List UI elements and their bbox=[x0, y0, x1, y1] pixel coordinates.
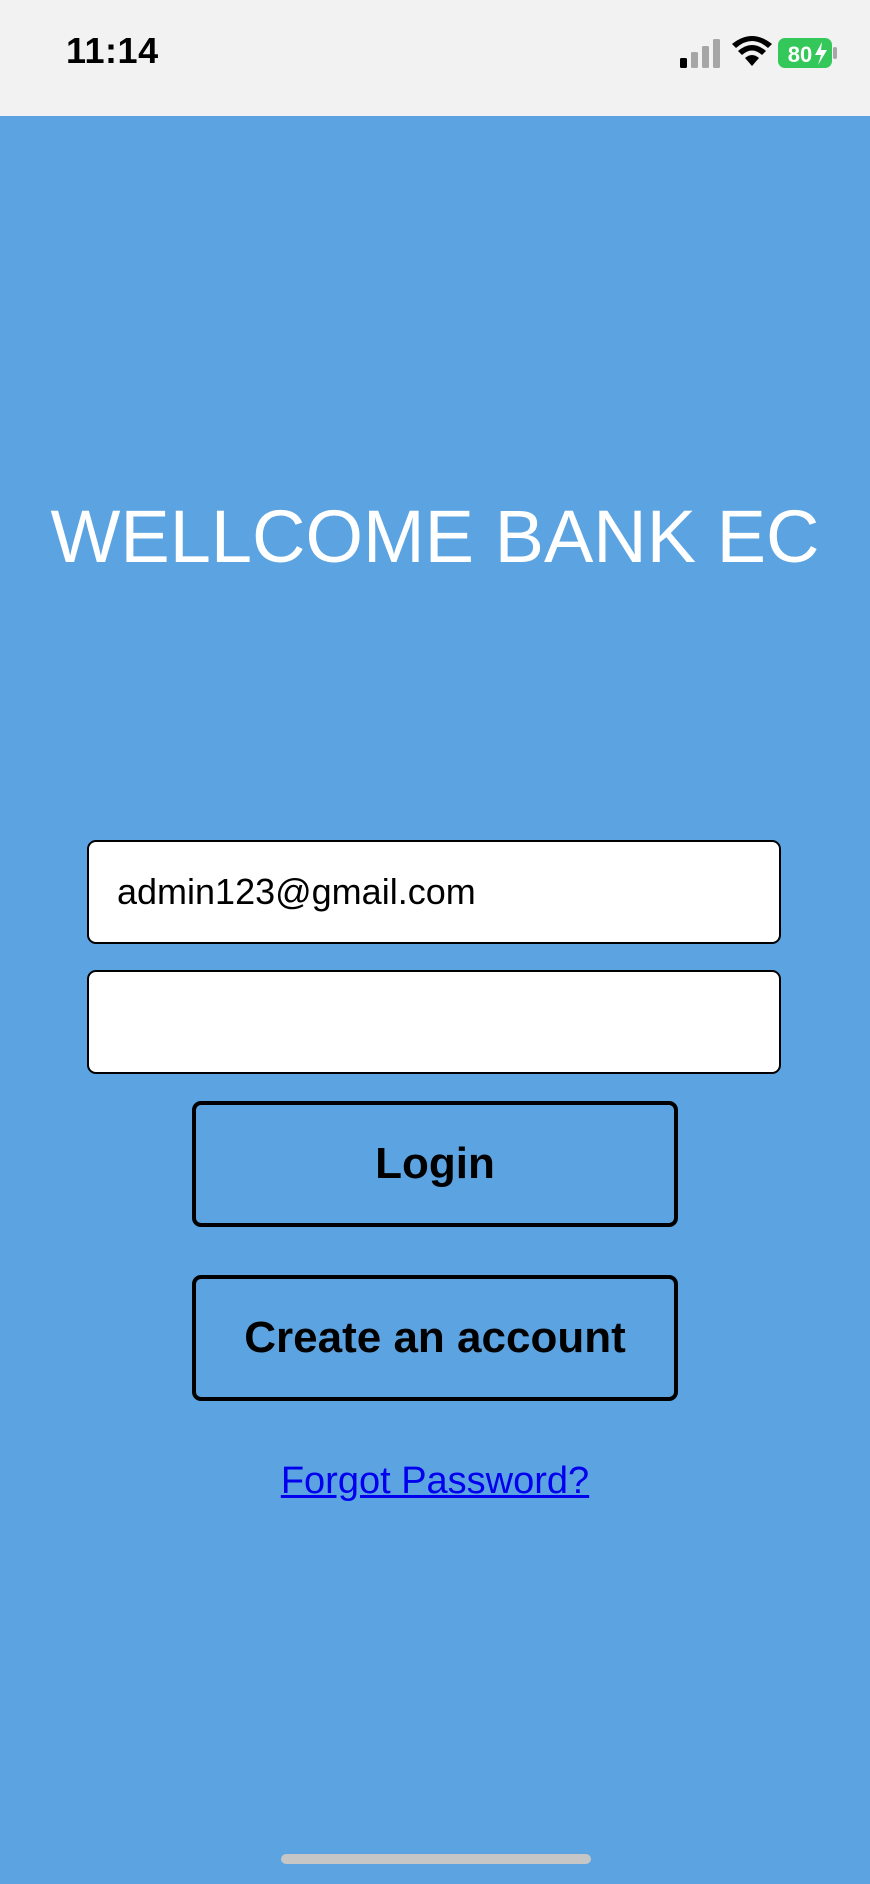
status-bar: 11:14 80 bbox=[0, 0, 870, 116]
email-field[interactable] bbox=[87, 840, 781, 944]
password-field[interactable] bbox=[87, 970, 781, 1074]
create-account-button[interactable]: Create an account bbox=[192, 1275, 678, 1401]
home-indicator[interactable] bbox=[281, 1854, 591, 1864]
login-button[interactable]: Login bbox=[192, 1101, 678, 1227]
forgot-password-link[interactable]: Forgot Password? bbox=[0, 1460, 870, 1503]
wifi-icon bbox=[732, 36, 772, 66]
battery-level: 80 bbox=[788, 42, 812, 67]
create-account-button-label: Create an account bbox=[244, 1313, 626, 1362]
cellular-signal-icon bbox=[680, 39, 720, 68]
battery-charging-icon: 80 bbox=[778, 38, 837, 68]
status-time: 11:14 bbox=[66, 30, 159, 71]
login-button-label: Login bbox=[375, 1139, 495, 1188]
login-screen: WELLCOME BANK EC Login Create an account… bbox=[0, 116, 870, 1884]
welcome-title: WELLCOME BANK EC bbox=[50, 495, 820, 578]
